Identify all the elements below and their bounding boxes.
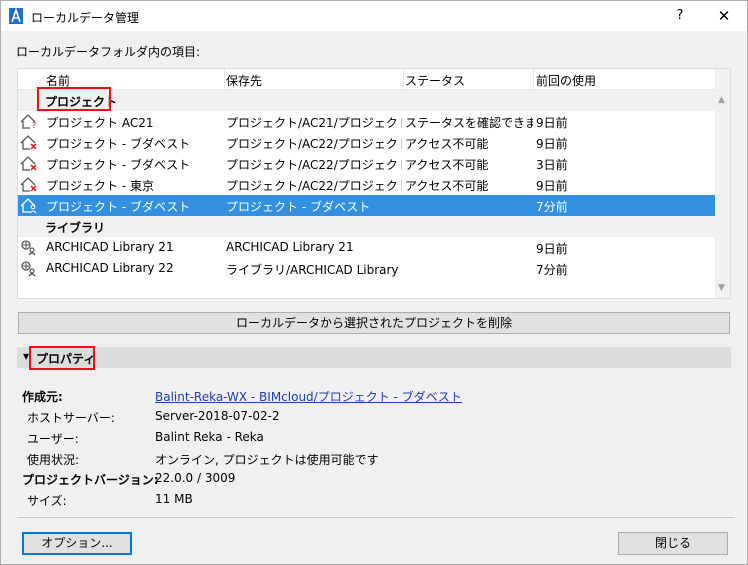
usage-status-label: 使用状況: bbox=[27, 453, 80, 467]
cell-last-used: 7分前 bbox=[536, 200, 568, 214]
created-from-link[interactable]: Balint-Reka-WX - BIMcloud/プロジェクト - ブダベスト bbox=[155, 388, 462, 405]
project-row[interactable]: プロジェクト - ブダベスト プロジェクト/AC22/プロジェクト - ブ...ア… bbox=[18, 132, 715, 153]
footer-divider bbox=[17, 517, 735, 518]
highlight-box-properties bbox=[29, 346, 95, 370]
cell-name: プロジェクト - ブダベスト bbox=[46, 200, 191, 214]
scroll-up-icon[interactable]: ▲ bbox=[718, 95, 725, 105]
cell-status: アクセス不可能 bbox=[405, 179, 489, 193]
library-icon bbox=[20, 239, 38, 256]
local-data-manager-dialog: ローカルデータ管理 ? ✕ ローカルデータフォルダ内の項目: 名前 保存先 ステ… bbox=[0, 0, 748, 565]
scroll-down-icon[interactable]: ▼ bbox=[718, 283, 725, 293]
size-label: サイズ: bbox=[27, 494, 67, 508]
cell-last-used: 7分前 bbox=[536, 263, 568, 277]
cell-last-used: 9日前 bbox=[536, 242, 568, 256]
cell-last-used: 3日前 bbox=[536, 158, 568, 172]
host-server-label: ホストサーバー: bbox=[27, 411, 115, 425]
column-separator[interactable] bbox=[224, 69, 225, 89]
list-header: 名前 保存先 ステータス 前回の使用 bbox=[18, 69, 715, 90]
library-row[interactable]: ARCHICAD Library 21 ARCHICAD Library 21 9日… bbox=[18, 237, 715, 258]
project-version-label: プロジェクトバージョン: bbox=[22, 473, 159, 487]
cell-name: プロジェクト - ブダベスト bbox=[46, 137, 191, 151]
created-from-label: 作成元: bbox=[22, 390, 63, 404]
usage-status-value: オンライン, プロジェクトは使用可能です bbox=[155, 453, 379, 467]
project-row[interactable]: プロジェクト - ブダベスト プロジェクト - ブダベスト 7分前 bbox=[18, 195, 715, 216]
cell-status: ステータスを確認できません bbox=[405, 116, 533, 130]
project-unavailable-icon bbox=[20, 134, 38, 151]
user-value: Balint Reka - Reka bbox=[155, 430, 264, 444]
cell-location: ARCHICAD Library 21 bbox=[226, 240, 354, 254]
user-label: ユーザー: bbox=[27, 432, 79, 446]
column-separator[interactable] bbox=[533, 69, 534, 89]
project-version-value: 22.0.0 / 3009 bbox=[155, 471, 236, 485]
close-button[interactable]: 閉じる bbox=[618, 532, 728, 555]
library-icon bbox=[20, 260, 38, 277]
project-warning-icon: ? bbox=[20, 113, 38, 130]
column-header-last-used[interactable]: 前回の使用 bbox=[536, 72, 596, 89]
local-data-list[interactable]: 名前 保存先 ステータス 前回の使用 プロジェクト ? プロジェクト AC21 プロ… bbox=[17, 68, 731, 299]
window-title: ローカルデータ管理 bbox=[31, 11, 140, 25]
archicad-app-icon bbox=[9, 8, 23, 24]
column-header-location[interactable]: 保存先 bbox=[226, 72, 262, 89]
cell-name: プロジェクト AC21 bbox=[46, 116, 154, 130]
cell-location: プロジェクト/AC21/プロジェクト AC21 bbox=[226, 116, 402, 130]
project-row[interactable]: プロジェクト - ブダベスト プロジェクト/AC22/プロジェクト - ブ...ア… bbox=[18, 153, 715, 174]
cell-location: プロジェクト/AC22/プロジェクト - ... bbox=[226, 179, 402, 193]
group-projects: プロジェクト bbox=[18, 90, 715, 111]
list-scrollbar[interactable]: ▲ ▼ bbox=[715, 69, 730, 298]
cell-location: ライブラリ/ARCHICAD Library 22 bbox=[226, 263, 402, 277]
svg-text:?: ? bbox=[32, 121, 36, 130]
host-server-value: Server-2018-07-02-2 bbox=[155, 409, 280, 423]
cell-location: プロジェクト/AC22/プロジェクト - ブ... bbox=[226, 158, 402, 172]
remove-selected-project-button[interactable]: ローカルデータから選択されたプロジェクトを削除 bbox=[18, 312, 730, 334]
group-libraries: ライブラリ bbox=[18, 216, 715, 237]
library-row[interactable]: ARCHICAD Library 22 ライブラリ/ARCHICAD Librar… bbox=[18, 258, 715, 279]
cell-name: ARCHICAD Library 22 bbox=[46, 261, 174, 275]
project-unavailable-icon bbox=[20, 155, 38, 172]
close-window-button[interactable]: ✕ bbox=[709, 6, 739, 26]
column-header-status[interactable]: ステータス bbox=[405, 72, 465, 89]
project-unavailable-icon bbox=[20, 176, 38, 193]
options-button[interactable]: オプション... bbox=[22, 532, 132, 555]
folder-items-label: ローカルデータフォルダ内の項目: bbox=[16, 45, 201, 59]
cell-status: アクセス不可能 bbox=[405, 137, 489, 151]
cell-name: ARCHICAD Library 21 bbox=[46, 240, 174, 254]
project-row[interactable]: プロジェクト - 東京 プロジェクト/AC22/プロジェクト - ...アクセス不… bbox=[18, 174, 715, 195]
cell-status: アクセス不可能 bbox=[405, 158, 489, 172]
project-user-icon bbox=[20, 197, 38, 214]
highlight-box-projects bbox=[37, 87, 111, 111]
cell-last-used: 9日前 bbox=[536, 179, 568, 193]
help-button[interactable]: ? bbox=[667, 6, 693, 26]
cell-location: プロジェクト/AC22/プロジェクト - ブ... bbox=[226, 137, 402, 151]
column-separator[interactable] bbox=[403, 69, 404, 89]
properties-header[interactable]: ▼ プロパティ bbox=[17, 347, 731, 368]
cell-last-used: 9日前 bbox=[536, 116, 568, 130]
cell-name: プロジェクト - ブダベスト bbox=[46, 158, 191, 172]
project-row[interactable]: ? プロジェクト AC21 プロジェクト/AC21/プロジェクト AC21ステータス… bbox=[18, 111, 715, 132]
cell-location: プロジェクト - ブダベスト bbox=[226, 200, 371, 214]
cell-name: プロジェクト - 東京 bbox=[46, 179, 154, 193]
group-label-libraries: ライブラリ bbox=[45, 221, 106, 235]
title-bar: ローカルデータ管理 ? ✕ bbox=[1, 1, 747, 31]
cell-last-used: 9日前 bbox=[536, 137, 568, 151]
size-value: 11 MB bbox=[155, 492, 193, 506]
